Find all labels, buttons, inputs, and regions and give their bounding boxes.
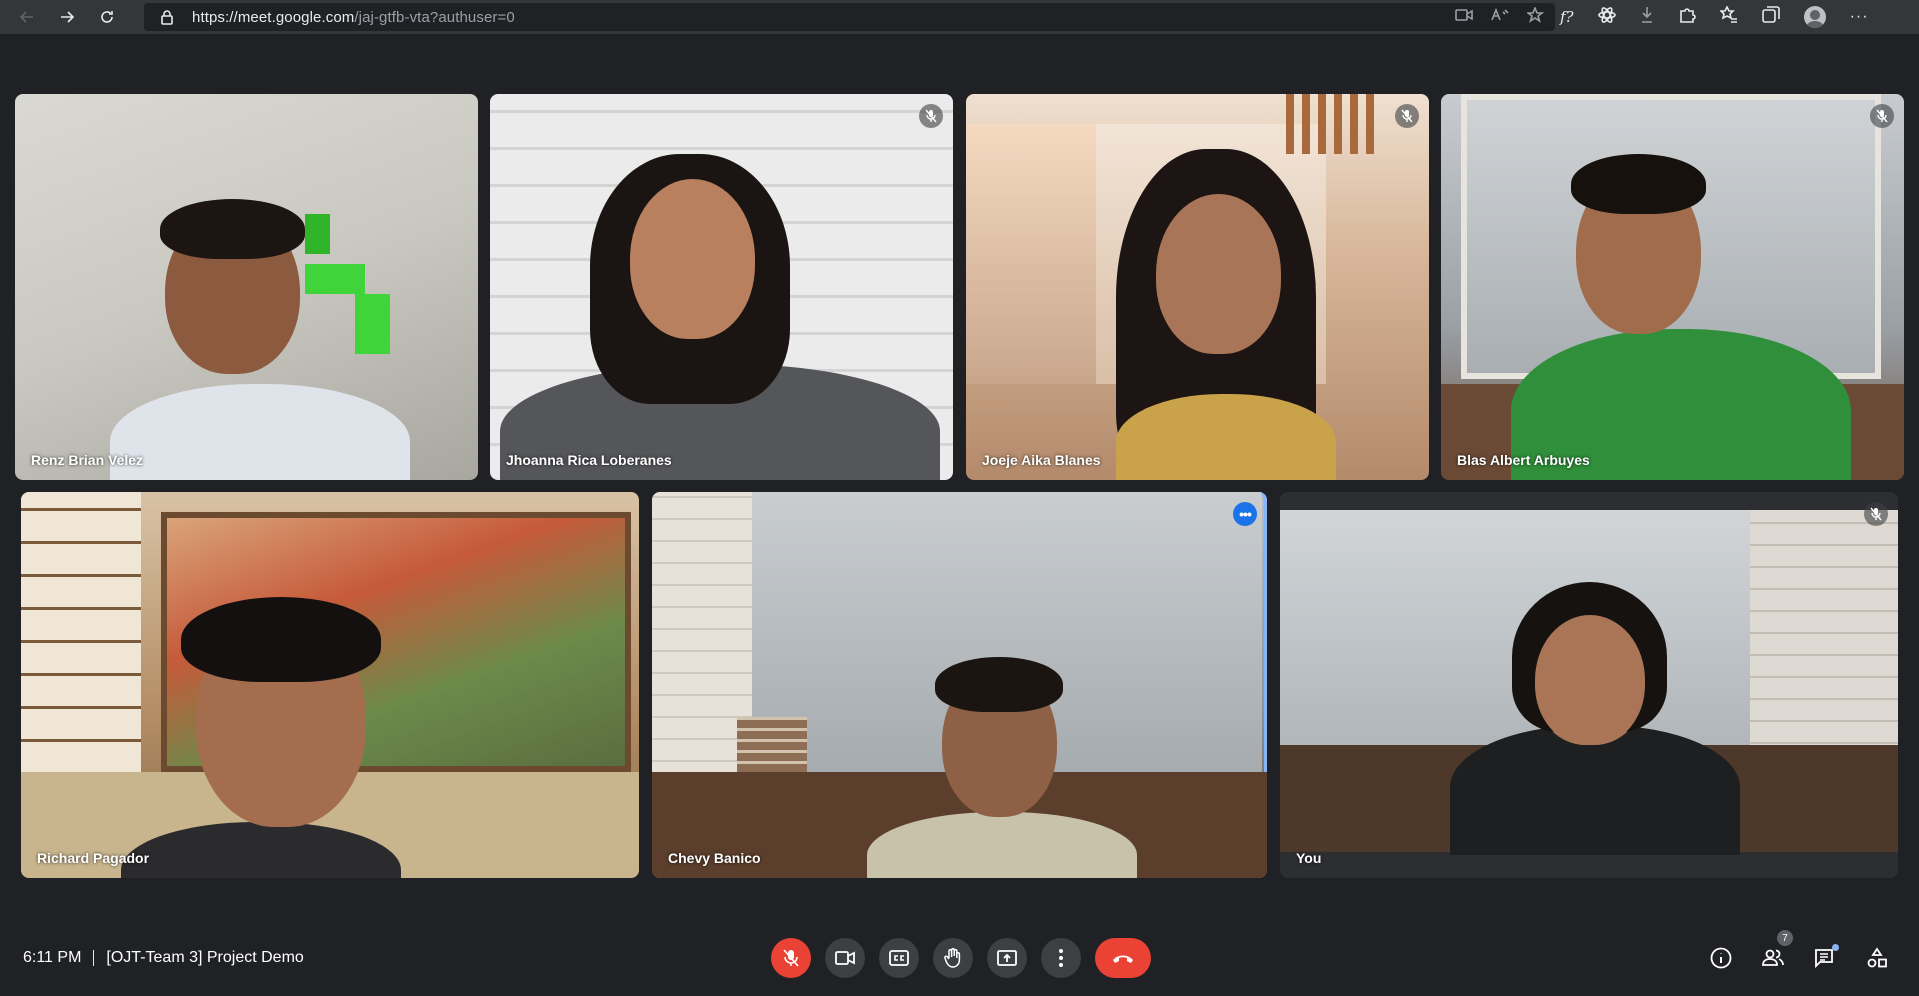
participant-name: Renz Brian Velez — [31, 452, 144, 468]
favorites-icon[interactable] — [1718, 4, 1738, 29]
extensions-puzzle-icon[interactable] — [1678, 6, 1696, 29]
camera-toggle-button[interactable] — [825, 938, 865, 978]
back-icon[interactable] — [14, 4, 40, 30]
participant-tile[interactable]: Renz Brian Velez — [15, 94, 478, 480]
wall-sticker — [305, 214, 330, 254]
wall-sticker — [305, 264, 365, 294]
person-shirt — [1116, 394, 1336, 480]
shoji-screen — [21, 492, 141, 772]
participant-name: Jhoanna Rica Loberanes — [506, 452, 672, 468]
present-screen-button[interactable] — [987, 938, 1027, 978]
pendant-lamps — [1286, 94, 1376, 154]
meeting-details: 6:11 PM [OJT-Team 3] Project Demo — [23, 949, 304, 967]
browser-toolbar: https://meet.google.com/jaj-gtfb-vta?aut… — [0, 0, 1919, 34]
info-icon — [1710, 947, 1732, 969]
divider — [93, 950, 95, 966]
book-stack — [737, 717, 807, 772]
participant-tile-self[interactable]: You — [1280, 492, 1898, 878]
participant-count-badge: 7 — [1777, 930, 1793, 946]
read-aloud-icon[interactable] — [1491, 7, 1509, 27]
extension-icon[interactable] — [1640, 6, 1654, 29]
add-favorite-icon[interactable] — [1525, 5, 1545, 28]
reload-icon[interactable] — [94, 4, 120, 30]
wall-sticker — [355, 294, 390, 354]
person-hair — [935, 657, 1063, 712]
mic-off-icon — [1864, 502, 1888, 526]
formula-extension-icon[interactable]: f? — [1560, 8, 1574, 26]
person-hair — [1571, 154, 1706, 214]
lock-icon — [160, 9, 174, 30]
person-hair — [160, 199, 305, 259]
people-button[interactable]: 7 — [1759, 930, 1793, 972]
address-bar[interactable]: https://meet.google.com/jaj-gtfb-vta?aut… — [144, 3, 1555, 31]
mic-off-icon — [1870, 104, 1894, 128]
mic-off-icon — [1395, 104, 1419, 128]
activities-button[interactable] — [1863, 944, 1891, 972]
profile-avatar[interactable] — [1803, 6, 1826, 28]
url-path: /jaj-gtfb-vta?authuser=0 — [354, 8, 515, 26]
meeting-time: 6:11 PM — [23, 949, 82, 966]
person-shirt — [110, 384, 410, 480]
participant-tile[interactable]: Blas Albert Arbuyes — [1441, 94, 1904, 480]
side-panel-controls: 7 — [1707, 930, 1891, 972]
person-face — [630, 179, 755, 339]
mic-off-icon — [919, 104, 943, 128]
captions-button[interactable] — [879, 938, 919, 978]
participant-name: Blas Albert Arbuyes — [1457, 452, 1590, 468]
url-text: https://meet.google.com/jaj-gtfb-vta?aut… — [192, 9, 515, 26]
collections-icon[interactable] — [1761, 5, 1780, 29]
url-domain: https://meet.google.com — [192, 8, 355, 26]
more-options-button[interactable] — [1041, 938, 1081, 978]
forward-icon[interactable] — [54, 4, 80, 30]
meeting-title: [OJT-Team 3] Project Demo — [106, 949, 304, 966]
react-extension-icon[interactable] — [1597, 6, 1616, 29]
more-options-icon[interactable]: ··· — [1850, 8, 1869, 26]
participant-tile[interactable]: Richard Pagador — [21, 492, 639, 878]
participant-tile[interactable]: Jhoanna Rica Loberanes — [490, 94, 953, 480]
mic-toggle-button[interactable] — [771, 938, 811, 978]
meeting-details-button[interactable] — [1707, 944, 1735, 972]
chat-icon — [1815, 949, 1833, 968]
camera-in-use-icon[interactable] — [1455, 8, 1473, 27]
activities-icon — [1867, 947, 1887, 968]
video-feed — [1280, 510, 1898, 855]
person-face — [1535, 615, 1645, 745]
leave-call-button[interactable] — [1095, 938, 1151, 978]
person-hair — [181, 597, 381, 682]
participant-name: Richard Pagador — [37, 850, 150, 866]
unread-indicator — [1832, 944, 1839, 951]
participant-tile[interactable]: Joeje Aika Blanes — [966, 94, 1429, 480]
more-options-button[interactable]: ••• — [1233, 502, 1257, 526]
call-controls — [771, 938, 1151, 978]
chat-button[interactable] — [1811, 944, 1839, 972]
participant-name: Chevy Banico — [668, 850, 761, 866]
person-face — [1156, 194, 1281, 354]
participant-name: You — [1296, 850, 1322, 866]
participant-name: Joeje Aika Blanes — [982, 452, 1101, 468]
participant-tile-active-speaker[interactable]: ••• Chevy Banico — [652, 492, 1267, 878]
people-icon — [1762, 949, 1784, 966]
window-city-view — [966, 124, 1096, 384]
raise-hand-button[interactable] — [933, 938, 973, 978]
